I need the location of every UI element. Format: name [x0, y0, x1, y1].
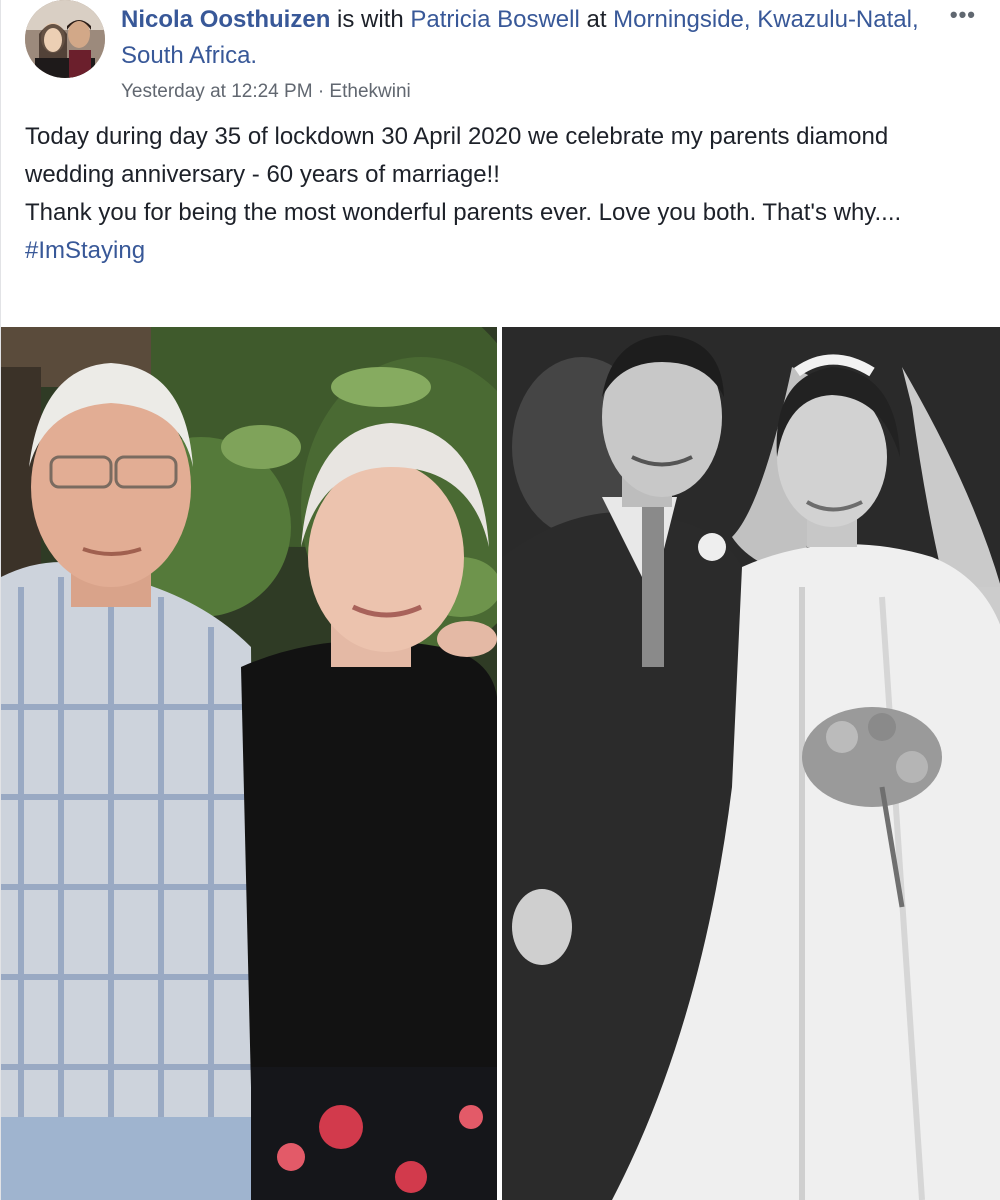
- post-body-line-1: Today during day 35 of lockdown 30 April…: [25, 123, 889, 188]
- post-body: Today during day 35 of lockdown 30 April…: [25, 118, 975, 270]
- more-horizontal-icon[interactable]: •••: [950, 2, 976, 28]
- tagged-friend-link[interactable]: Patricia Boswell: [410, 6, 579, 33]
- at-text: at: [586, 6, 607, 33]
- photo-grid: [1, 327, 1000, 1200]
- with-text: is with: [337, 6, 404, 33]
- post-header: Nicola Oosthuizen is with Patricia Boswe…: [121, 2, 921, 106]
- meta-separator: ·: [317, 81, 325, 102]
- hashtag-link[interactable]: #ImStaying: [25, 237, 145, 264]
- post-meta: Yesterday at 12:24 PM · Ethekwini: [121, 78, 921, 106]
- facebook-post: Nicola Oosthuizen is with Patricia Boswe…: [0, 0, 1000, 1200]
- post-headline: Nicola Oosthuizen is with Patricia Boswe…: [121, 2, 921, 74]
- author-name-link[interactable]: Nicola Oosthuizen: [121, 6, 330, 33]
- photo-elderly-couple[interactable]: [1, 327, 497, 1200]
- post-body-line-2: Thank you for being the most wonderful p…: [25, 199, 902, 226]
- author-avatar[interactable]: [25, 0, 105, 78]
- photo-wedding-black-and-white[interactable]: [502, 327, 1000, 1200]
- place-tag-link[interactable]: Ethekwini: [329, 81, 410, 102]
- timestamp-link[interactable]: Yesterday at 12:24 PM: [121, 81, 313, 102]
